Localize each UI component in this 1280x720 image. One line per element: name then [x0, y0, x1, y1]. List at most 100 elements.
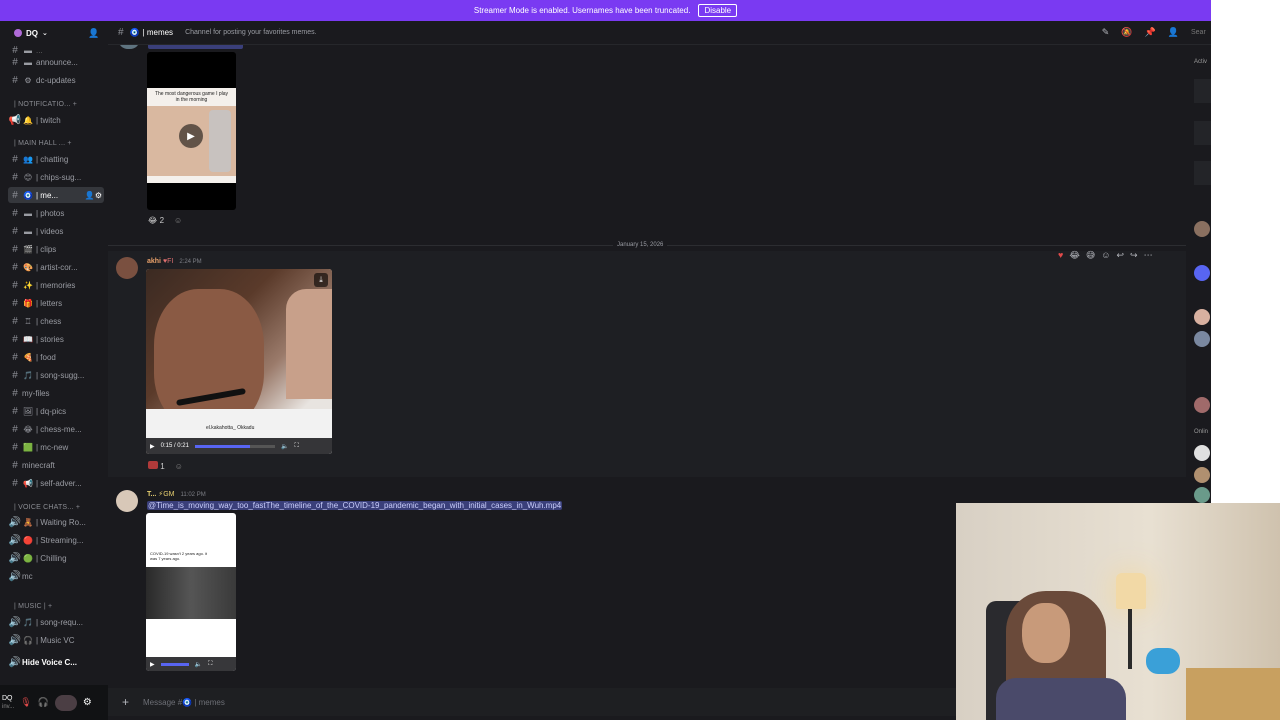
channel-item-clips[interactable]: # 🎬 | clips — [8, 241, 104, 257]
channel-item-memories[interactable]: # ✨ | memories — [8, 277, 104, 293]
gear-icon[interactable]: ⚙ — [83, 697, 92, 708]
avatar[interactable] — [116, 490, 138, 512]
channel-label: dc-updates — [36, 75, 76, 85]
fullscreen-icon[interactable]: ⛶ — [294, 443, 298, 450]
channel-topic[interactable]: Channel for posting your favorites memes… — [185, 29, 317, 36]
reaction-emoji-icon[interactable]: 😅 — [1086, 250, 1095, 261]
member-avatar[interactable] — [1194, 265, 1210, 281]
gear-icon[interactable]: ⚙ — [95, 191, 102, 200]
voice-channel-streaming[interactable]: 🔊 🔴 | Streaming... — [8, 532, 104, 548]
search-input[interactable]: Sear — [1191, 29, 1211, 36]
member-avatar[interactable] — [1194, 221, 1210, 237]
avatar[interactable] — [116, 257, 138, 279]
volume-icon[interactable]: 🔈 — [281, 443, 288, 450]
activity-card[interactable] — [1194, 161, 1211, 185]
category-main-hall[interactable]: | MAIN HALL ... + — [14, 140, 72, 147]
channel-item-announcements[interactable]: # ▬ announce... — [8, 54, 104, 70]
category-label: | NOTIFICATIO... — [14, 101, 71, 108]
add-reaction-icon[interactable]: ☺ — [1101, 250, 1110, 261]
add-reaction-icon[interactable]: ☺ — [175, 462, 183, 471]
channel-item-chips[interactable]: # 😊 | chips-sug... — [8, 169, 104, 185]
volume-icon[interactable]: 🔈 — [195, 661, 202, 668]
disable-streamer-mode-button[interactable]: Disable — [698, 4, 738, 17]
play-icon[interactable]: ▶ — [150, 443, 155, 450]
member-avatar[interactable] — [1194, 309, 1210, 325]
headphones-icon[interactable]: 🎧 — [38, 697, 49, 708]
reaction-custom[interactable]: 1 — [148, 461, 165, 471]
channel-item-my-files[interactable]: # my-files — [8, 385, 104, 401]
add-channel-icon[interactable]: + — [67, 140, 71, 147]
forward-icon[interactable]: ↪ — [1130, 250, 1138, 261]
author-name[interactable]: akhi — [147, 258, 161, 265]
add-channel-icon[interactable]: + — [76, 504, 80, 511]
category-music[interactable]: | MUSIC | + — [14, 603, 52, 610]
channel-item-food[interactable]: # 🍕 | food — [8, 349, 104, 365]
channel-item-self-advertising[interactable]: # 📢 | self-adver... — [8, 475, 104, 491]
channel-item-videos[interactable]: # ▬ | videos — [8, 223, 104, 239]
reaction-laugh[interactable]: 😂 2 — [148, 216, 164, 225]
fullscreen-icon[interactable]: ⛶ — [208, 661, 212, 668]
reply-icon[interactable]: ↩ — [1116, 250, 1124, 261]
channel-item-artist-corner[interactable]: # 🎨 | artist-cor... — [8, 259, 104, 275]
member-avatar[interactable] — [1194, 487, 1210, 503]
member-avatar[interactable] — [1194, 331, 1210, 347]
voice-channel-chilling[interactable]: 🔊 🟢 | Chilling — [8, 550, 104, 566]
category-notifications[interactable]: | NOTIFICATIO... + — [14, 101, 77, 108]
member-list-icon[interactable]: 👤 — [1168, 27, 1179, 38]
more-icon[interactable]: ⋯ — [1144, 250, 1153, 261]
message-input[interactable]: Message #🧿 | memes — [143, 698, 225, 707]
mic-muted-icon[interactable]: 🎙 — [20, 697, 31, 708]
member-avatar[interactable] — [1194, 467, 1210, 483]
attachment-link-partial[interactable] — [148, 45, 243, 49]
member-avatar[interactable] — [1194, 445, 1210, 461]
channel-item-chatting[interactable]: # 👥 | chatting — [8, 151, 104, 167]
channel-item-chess-memes[interactable]: # 😂 | chess-me... — [8, 421, 104, 437]
channel-item-photos[interactable]: # ▬ | photos — [8, 205, 104, 221]
activity-card[interactable] — [1194, 79, 1211, 103]
hide-voice-channels-button[interactable]: 🔊 Hide Voice C... — [8, 654, 104, 670]
video-progress-bar[interactable] — [194, 444, 275, 448]
member-avatar[interactable] — [1194, 397, 1210, 413]
add-channel-icon[interactable]: + — [73, 101, 77, 108]
play-button[interactable]: ▶ — [179, 124, 203, 148]
add-member-icon[interactable]: 👤 — [88, 28, 99, 39]
voice-channel-waiting-room[interactable]: 🔊 🧸 | Waiting Ro... — [8, 514, 104, 530]
reaction-heart-icon[interactable]: ♥ — [1058, 250, 1063, 261]
reaction-laugh-icon[interactable]: 😂 — [1069, 250, 1080, 261]
channel-item-memes[interactable]: # 🧿 | me... 👤 ⚙ — [8, 187, 104, 203]
invite-icon[interactable]: 👤 — [85, 191, 95, 200]
channel-item-song-suggestions[interactable]: # 🎵 | song-sugg... — [8, 367, 104, 383]
attachment-filename[interactable]: @Time_is_moving_way_too_fastThe_timeline… — [147, 501, 563, 510]
add-attachment-icon[interactable]: + — [122, 695, 129, 709]
voice-channel-song-requests[interactable]: 🔊 🎵 | song-requ... — [8, 614, 104, 630]
channel-label: | Streaming... — [36, 535, 84, 545]
channel-item-dq-pics[interactable]: # 🖼 | dq-pics — [8, 403, 104, 419]
video-progress-bar[interactable] — [160, 662, 189, 666]
category-voice-chats[interactable]: | VOICE CHATS... + — [14, 504, 80, 511]
voice-channel-music-vc[interactable]: 🔊 🎧 | Music VC — [8, 632, 104, 648]
channel-item-stories[interactable]: # 📖 | stories — [8, 331, 104, 347]
video-attachment-1[interactable]: The most dangerous game I play in the mo… — [147, 52, 236, 210]
channel-item-dc-updates[interactable]: # ⚙ dc-updates — [8, 72, 104, 88]
message-composer[interactable]: + Message #🧿 | memes — [108, 688, 956, 716]
video-attachment-3[interactable]: COVID-19 wasn't 2 years ago. it was 7 ye… — [146, 513, 236, 671]
channel-item-mc-new[interactable]: # 🟩 | mc-new — [8, 439, 104, 455]
notification-bell-icon[interactable]: 🔕 — [1121, 27, 1132, 38]
channel-item-twitch[interactable]: 📢 🔔 | twitch — [8, 112, 104, 128]
play-icon[interactable]: ▶ — [150, 661, 155, 668]
add-channel-icon[interactable]: + — [48, 603, 52, 610]
server-header[interactable]: DQ ⌄ 👤 — [0, 21, 108, 45]
pin-icon[interactable]: 📌 — [1145, 27, 1156, 38]
author-name[interactable]: T... — [147, 491, 156, 498]
voice-channel-mc[interactable]: 🔊 mc — [8, 568, 104, 584]
channel-item-letters[interactable]: # 🎁 | letters — [8, 295, 104, 311]
user-info[interactable]: DQ inv... — [2, 695, 14, 711]
threads-icon[interactable]: ✎ — [1102, 27, 1110, 38]
activity-card[interactable] — [1194, 121, 1211, 145]
video-attachment-2[interactable]: el.kakahotta_ Okkadu ⤓ ▶ 0:15 / 0:21 🔈 ⛶ — [146, 269, 332, 454]
download-icon[interactable]: ⤓ — [314, 273, 328, 287]
channel-item-chess[interactable]: # ♖ | chess — [8, 313, 104, 329]
channel-item-minecraft[interactable]: # minecraft — [8, 457, 104, 473]
add-reaction-icon[interactable]: ☺ — [174, 216, 182, 225]
avatar[interactable] — [54, 694, 77, 711]
